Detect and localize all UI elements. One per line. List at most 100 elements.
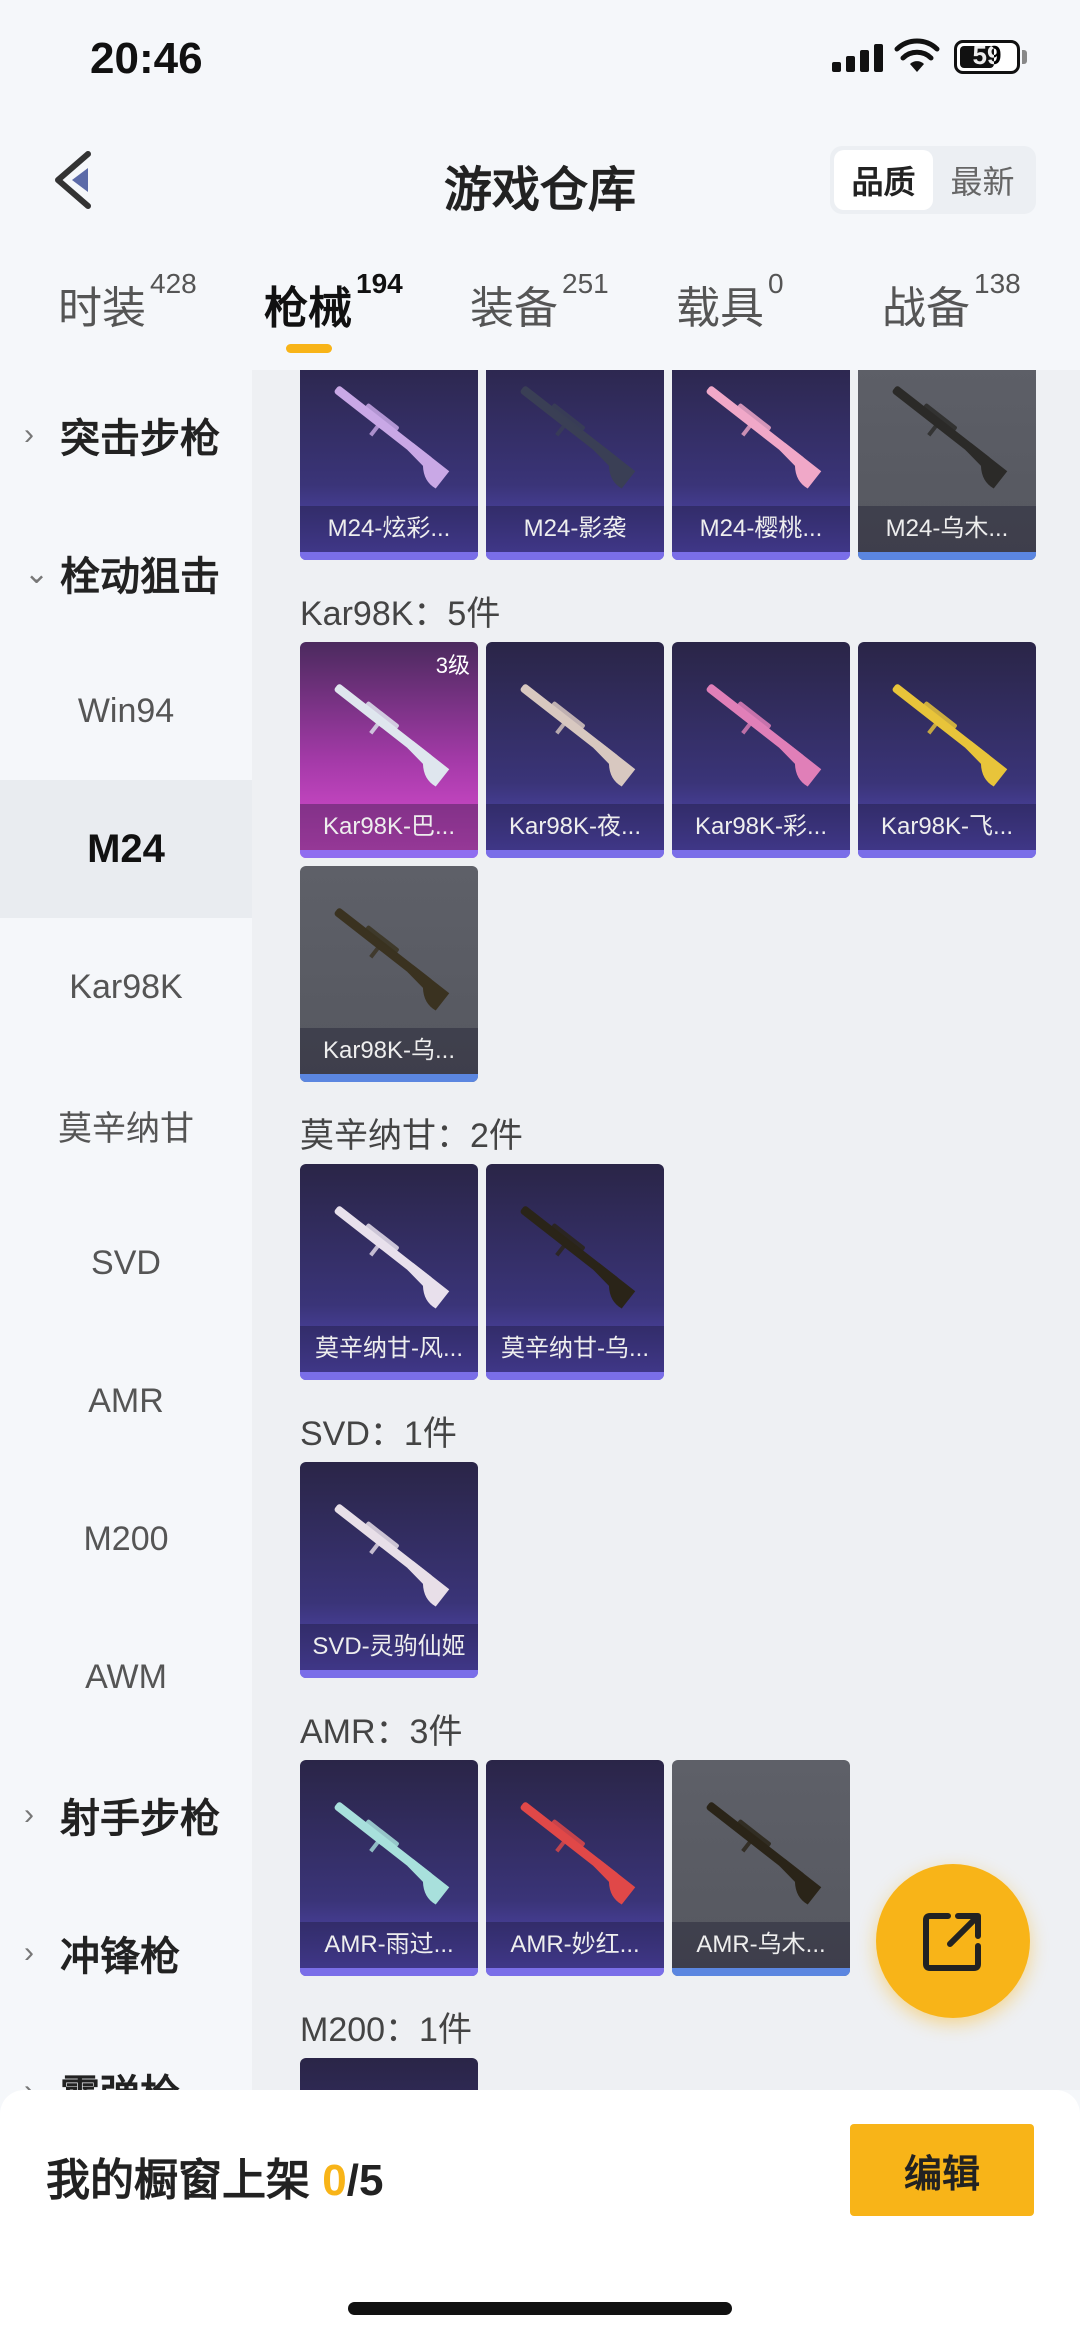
section-heading: 莫辛纳甘：2件 [300, 1117, 523, 1155]
battery-icon: 59 [954, 40, 1020, 74]
sidebar-label: M24 [87, 826, 165, 871]
chevron-down-icon: ⌄ [24, 556, 50, 590]
rarity-bar [300, 1670, 478, 1678]
weapon-skin-icon [520, 684, 636, 787]
rarity-bar [300, 552, 478, 560]
tab-label: 载具 [676, 284, 764, 333]
sidebar-group[interactable]: › 突击步枪 [0, 370, 252, 504]
sidebar-label: M200 [83, 1519, 169, 1558]
weapon-card[interactable]: M24-樱桃... [672, 370, 850, 560]
wifi-icon [894, 38, 940, 72]
weapon-name: AMR-妙红... [486, 1922, 664, 1968]
weapon-card[interactable]: AMR-乌木... [672, 1760, 850, 1976]
tab-equipment[interactable]: 装备251 [470, 268, 609, 336]
nav-bar: 游戏仓库 品质 最新 [0, 120, 1080, 240]
rarity-bar [486, 850, 664, 858]
sidebar-item[interactable]: SVD [0, 1194, 252, 1332]
sidebar-group[interactable]: › 霰弹枪 [0, 2022, 252, 2090]
weapon-card[interactable]: Kar98K-彩... [672, 642, 850, 858]
sidebar-label: 冲锋枪 [60, 1935, 180, 1979]
weapon-card[interactable]: Kar98K-乌... [300, 866, 478, 1082]
chevron-right-icon: › [24, 1936, 34, 1969]
rarity-bar [300, 1372, 478, 1380]
weapon-card[interactable]: AMR-雨过... [300, 1760, 478, 1976]
sidebar-label: Win94 [77, 691, 175, 730]
weapon-skin-icon [334, 1206, 450, 1309]
tab-supplies[interactable]: 战备138 [882, 268, 1021, 336]
section-heading: SVD：1件 [300, 1415, 457, 1453]
weapon-card[interactable] [300, 2058, 478, 2090]
rarity-bar [672, 850, 850, 858]
weapon-card[interactable]: Kar98K-飞... [858, 642, 1036, 858]
weapon-name: Kar98K-彩... [672, 804, 850, 850]
sidebar-item[interactable]: 莫辛纳甘 [0, 1056, 252, 1194]
weapon-card[interactable]: M24-影袭 [486, 370, 664, 560]
sidebar-group[interactable]: › 射手步枪 [0, 1746, 252, 1884]
tab-vehicles[interactable]: 载具0 [676, 268, 784, 336]
tab-count: 251 [562, 268, 609, 299]
weapon-skin-icon [334, 908, 450, 1011]
rarity-bar [858, 850, 1036, 858]
weapon-card[interactable]: M24-乌木... [858, 370, 1036, 560]
showcase-current-count: 0 [322, 2156, 347, 2205]
status-bar: 20:46 59 [0, 0, 1080, 120]
weapon-card[interactable]: 3级 Kar98K-巴... [300, 642, 478, 858]
sidebar-item[interactable]: Win94 [0, 642, 252, 780]
sidebar-group[interactable]: ⌄ 栓动狙击 [0, 504, 252, 642]
weapon-skin-icon [706, 1802, 822, 1905]
showcase-label: 我的橱窗上架 [46, 2156, 323, 2205]
weapon-skin-icon [892, 386, 1008, 489]
category-tabs: 时装428 枪械194 装备251 载具0 战备138 [0, 250, 1080, 360]
sidebar-item[interactable]: M24 [0, 780, 252, 918]
rarity-bar [300, 1968, 478, 1976]
weapon-name: M24-影袭 [486, 506, 664, 552]
weapon-card[interactable]: 莫辛纳甘-乌... [486, 1164, 664, 1380]
weapon-skin-icon [706, 684, 822, 787]
sort-newest-button[interactable]: 最新 [933, 150, 1032, 210]
weapon-name: Kar98K-巴... [300, 804, 478, 850]
level-badge: 3级 [435, 653, 470, 678]
sort-toggle: 品质 最新 [830, 146, 1036, 214]
weapon-name: M24-樱桃... [672, 506, 850, 552]
weapon-skin-icon [706, 386, 822, 489]
weapon-card[interactable]: AMR-妙红... [486, 1760, 664, 1976]
chevron-right-icon: › [24, 1798, 34, 1831]
tab-label: 枪械 [264, 284, 352, 333]
sidebar-label: AWM [85, 1657, 167, 1696]
rarity-bar [486, 552, 664, 560]
weapon-skin-icon [334, 1504, 450, 1607]
sidebar-item[interactable]: AWM [0, 1608, 252, 1746]
sidebar-label: AMR [88, 1381, 164, 1420]
edit-button[interactable]: 编辑 [850, 2124, 1034, 2216]
tab-firearms[interactable]: 枪械194 [264, 268, 403, 353]
weapon-card[interactable]: M24-炫彩... [300, 370, 478, 560]
section-heading: Kar98K：5件 [300, 595, 501, 633]
weapon-skin-icon [892, 684, 1008, 787]
sort-quality-button[interactable]: 品质 [834, 150, 933, 210]
weapon-card[interactable]: Kar98K-夜... [486, 642, 664, 858]
sidebar-label: 莫辛纳甘 [58, 1109, 194, 1148]
weapon-card[interactable]: 莫辛纳甘-风... [300, 1164, 478, 1380]
sidebar-item[interactable]: AMR [0, 1332, 252, 1470]
rarity-bar [858, 552, 1036, 560]
weapon-name: 莫辛纳甘-乌... [486, 1326, 664, 1372]
tab-label: 战备 [882, 284, 970, 333]
sidebar-item[interactable]: M200 [0, 1470, 252, 1608]
tab-fashion[interactable]: 时装428 [58, 268, 197, 336]
weapon-skin-icon [334, 684, 450, 787]
weapon-name: Kar98K-乌... [300, 1028, 478, 1074]
home-indicator[interactable] [348, 2302, 732, 2315]
sidebar-item[interactable]: Kar98K [0, 918, 252, 1056]
status-time: 20:46 [90, 34, 203, 83]
weapon-skin-icon [520, 1206, 636, 1309]
weapon-name: Kar98K-飞... [858, 804, 1036, 850]
tab-count: 138 [974, 268, 1021, 299]
showcase-status: 我的橱窗上架 0/5 [46, 2144, 383, 2208]
weapon-card[interactable]: SVD-灵驹仙姬 [300, 1462, 478, 1678]
tab-count: 0 [768, 268, 784, 299]
sidebar-group[interactable]: › 冲锋枪 [0, 1884, 252, 2022]
active-tab-indicator [286, 344, 332, 353]
share-button[interactable] [876, 1864, 1030, 2018]
weapon-name: M24-乌木... [858, 506, 1036, 552]
tab-label: 时装 [58, 284, 146, 333]
